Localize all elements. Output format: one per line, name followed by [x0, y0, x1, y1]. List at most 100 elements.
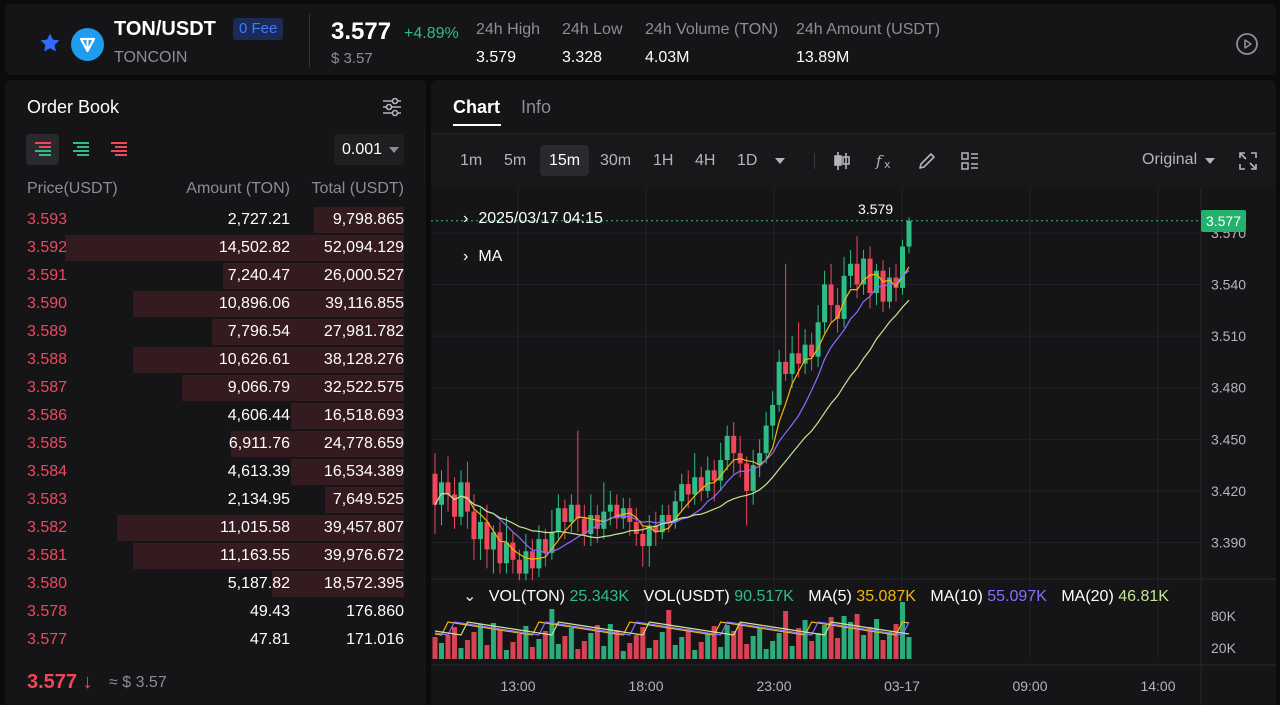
volume-bar	[698, 642, 704, 659]
overlay-date: 2025/03/17 04:15	[478, 210, 603, 227]
view-mode-select[interactable]: Original	[1142, 151, 1197, 169]
high-label: 3.579	[858, 201, 894, 217]
ask-row[interactable]: 3.581 11,163.55 39,976.672	[5, 542, 426, 570]
volume-bar	[497, 629, 503, 659]
volume-bar	[432, 637, 438, 659]
volume-legend[interactable]: ⌄ VOL(TON) 25.343K VOL(USDT) 90.517K MA(…	[463, 586, 1169, 606]
volume-bar	[815, 633, 821, 659]
candle-body	[822, 284, 828, 323]
tab-info[interactable]: Info	[521, 97, 551, 118]
volume-bar	[646, 648, 652, 659]
ask-amount: 14,502.82	[218, 239, 290, 256]
ask-row[interactable]: 3.588 10,626.61 38,128.276	[5, 346, 426, 374]
view-bids-button[interactable]	[64, 134, 97, 165]
candle-body	[828, 284, 834, 306]
pencil-icon[interactable]	[916, 150, 938, 172]
volume-bar	[536, 639, 542, 659]
order-book-title: Order Book	[27, 97, 120, 117]
ask-row[interactable]: 3.585 6,911.76 24,778.659	[5, 430, 426, 458]
ask-row[interactable]: 3.583 2,134.95 7,649.525	[5, 486, 426, 514]
ask-total: 39,976.672	[323, 547, 404, 564]
ask-row[interactable]: 3.577 47.81 171.016	[5, 626, 426, 654]
volume-bar	[744, 644, 750, 659]
ask-price: 3.587	[27, 379, 68, 396]
candle-body	[529, 551, 535, 569]
volume-bar	[776, 633, 782, 659]
y-tick-label: 3.510	[1211, 328, 1246, 344]
fx-indicator-icon[interactable]: f x	[874, 150, 896, 172]
view-both-button[interactable]	[26, 134, 59, 165]
layout-icon[interactable]	[959, 150, 981, 172]
ask-amount: 7,240.47	[227, 267, 290, 284]
timeframe-30m[interactable]: 30m	[591, 145, 640, 176]
candle-body	[523, 551, 529, 574]
x-tick-label: 13:00	[500, 678, 535, 694]
stat-high-label: 24h High	[476, 21, 541, 38]
volume-bar	[659, 632, 665, 659]
candle-body	[640, 533, 646, 547]
y-tick-label: 3.540	[1211, 276, 1246, 292]
precision-select[interactable]: 0.001	[334, 134, 404, 165]
header-divider	[309, 14, 310, 68]
chart-toolbar: 1m 5m 15m 30m 1H 4H 1D f x Original	[431, 134, 1276, 187]
ask-row[interactable]: 3.580 5,187.82 18,572.395	[5, 570, 426, 598]
ask-row[interactable]: 3.593 2,727.21 9,798.865	[5, 206, 426, 234]
volume-bar	[770, 641, 776, 659]
ask-row[interactable]: 3.586 4,606.44 16,518.693	[5, 402, 426, 430]
timeframe-more-icon[interactable]	[775, 158, 785, 164]
vol-usdt-value: 90.517K	[734, 588, 794, 605]
ask-row[interactable]: 3.582 11,015.58 39,457.807	[5, 514, 426, 542]
ask-price: 3.581	[27, 547, 68, 564]
ton-logo-icon	[71, 28, 104, 61]
ask-row[interactable]: 3.592 14,502.82 52,094.129	[5, 234, 426, 262]
fee-badge: 0 Fee	[233, 18, 284, 40]
ask-row[interactable]: 3.589 7,796.54 27,981.782	[5, 318, 426, 346]
pair-name[interactable]: TON/USDT	[114, 18, 216, 41]
date-overlay[interactable]: › 2025/03/17 04:15	[463, 210, 603, 228]
view-asks-button[interactable]	[102, 134, 135, 165]
volume-bar	[763, 649, 769, 659]
timeframe-1d[interactable]: 1D	[728, 145, 766, 176]
candle-body	[900, 246, 906, 288]
volume-bar	[809, 641, 815, 659]
x-tick-label: 18:00	[628, 678, 663, 694]
star-icon[interactable]	[38, 31, 62, 55]
ma10-value: 55.097K	[987, 588, 1047, 605]
volume-bar	[893, 624, 899, 659]
ask-price: 3.580	[27, 575, 68, 592]
ma5-label: MA(5)	[808, 588, 852, 605]
ask-amount: 10,896.06	[218, 295, 290, 312]
chevron-down-icon: ⌄	[463, 588, 477, 605]
ask-row[interactable]: 3.591 7,240.47 26,000.527	[5, 262, 426, 290]
toolbar-divider	[814, 153, 815, 169]
ask-total: 52,094.129	[323, 239, 404, 256]
ask-price: 3.586	[27, 407, 68, 424]
ma-overlay[interactable]: › MA	[463, 248, 502, 266]
price-chart[interactable]: 3.5703.5403.5103.4803.4503.4203.39080K20…	[431, 187, 1276, 705]
play-circle-icon[interactable]	[1235, 32, 1259, 56]
ask-row[interactable]: 3.590 10,896.06 39,116.855	[5, 290, 426, 318]
svg-text:x: x	[884, 158, 891, 171]
stat-amount-value: 13.89M	[796, 49, 850, 66]
timeframe-1m[interactable]: 1m	[451, 145, 491, 176]
ask-price: 3.582	[27, 519, 68, 536]
volume-bar	[822, 625, 828, 659]
timeframe-5m[interactable]: 5m	[495, 145, 535, 176]
settings-sliders-icon[interactable]	[381, 96, 403, 118]
ask-price: 3.577	[27, 631, 68, 648]
ask-total: 39,116.855	[325, 295, 404, 312]
fullscreen-icon[interactable]	[1237, 150, 1259, 172]
ask-row[interactable]: 3.584 4,613.39 16,534.389	[5, 458, 426, 486]
timeframe-4h[interactable]: 4H	[686, 145, 724, 176]
ask-total: 16,518.693	[323, 407, 404, 424]
timeframe-15m[interactable]: 15m	[540, 145, 590, 176]
ask-row[interactable]: 3.578 49.43 176.860	[5, 598, 426, 626]
tab-chart[interactable]: Chart	[453, 97, 500, 118]
volume-bar	[601, 646, 607, 659]
ask-row[interactable]: 3.587 9,066.79 32,522.575	[5, 374, 426, 402]
candle-body	[497, 532, 503, 564]
volume-bar	[718, 647, 724, 659]
timeframe-1h[interactable]: 1H	[644, 145, 682, 176]
candlestick-icon[interactable]	[831, 150, 853, 172]
candle-body	[536, 539, 542, 569]
